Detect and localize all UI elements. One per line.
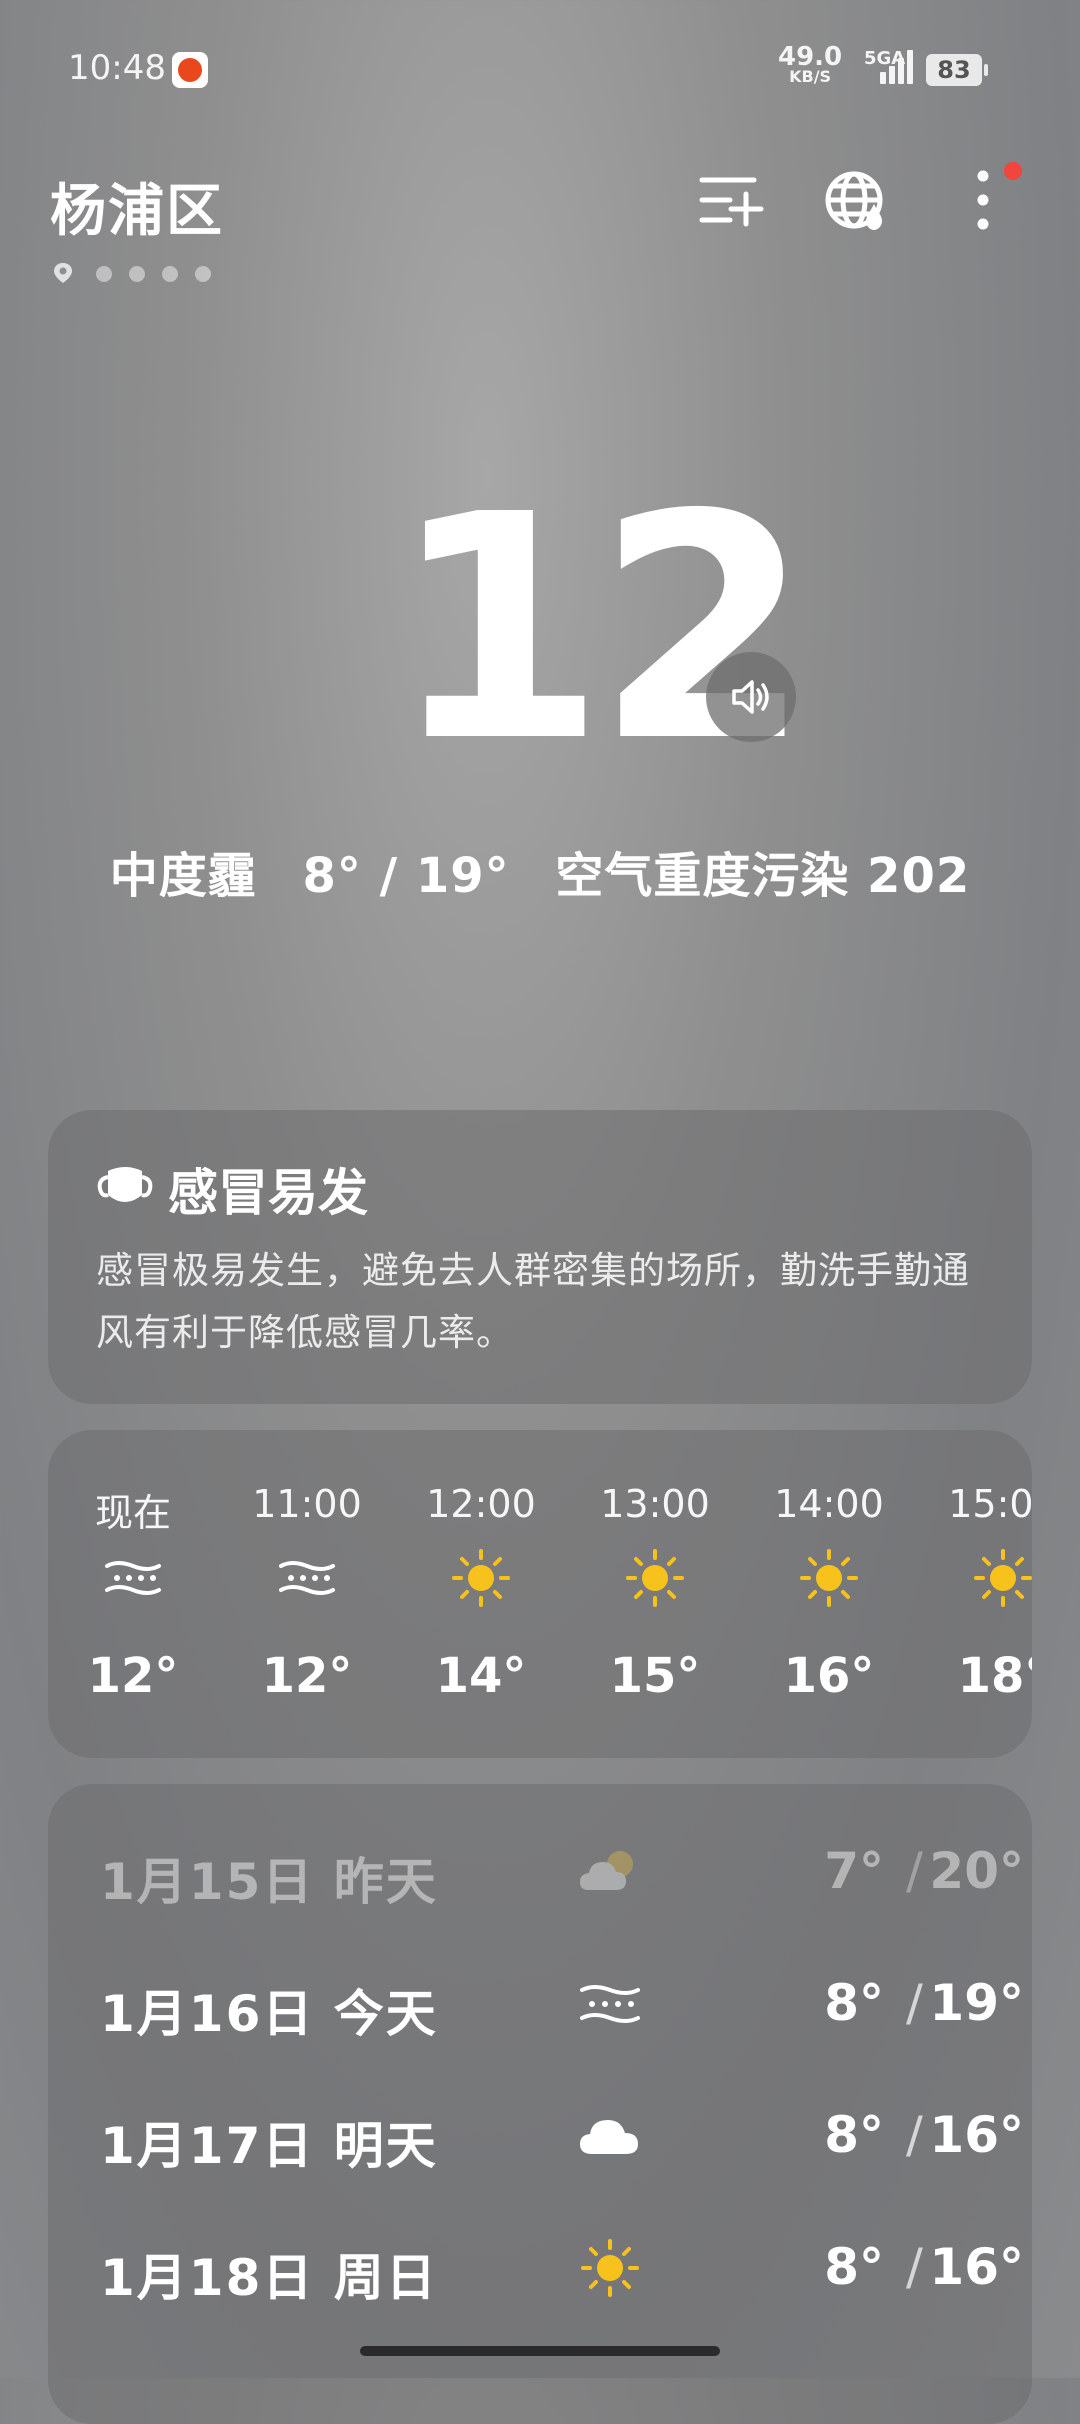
air-quality[interactable]: 空气重度污染 202	[555, 848, 970, 904]
hour-temperature: 14°	[435, 1648, 527, 1704]
signal-strength-icon	[872, 50, 913, 84]
notification-badge	[1004, 162, 1022, 180]
day-date: 1月18日 周日	[100, 2249, 438, 2307]
health-tip-title: 感冒易发	[168, 1164, 368, 1222]
home-indicator[interactable]	[360, 2346, 720, 2356]
weather-summary[interactable]: 中度霾 8° / 19° 空气重度污染 202	[0, 836, 1080, 906]
location-pin-icon	[54, 263, 72, 283]
hour-label: 14:00	[774, 1482, 884, 1526]
health-tip-body: 感冒极易发生，避免去人群密集的场所，勤洗手勤通风有利于降低感冒几率。	[96, 1249, 970, 1354]
status-time: 10:48	[68, 48, 166, 88]
day-date: 1月16日 今天	[100, 1985, 438, 2043]
hour-label: 12:00	[426, 1482, 536, 1526]
day-high: 19°	[929, 1974, 1024, 2032]
page-indicator-dot	[129, 266, 145, 282]
degree-symbol	[700, 522, 728, 550]
day-low: 8°	[824, 2106, 884, 2164]
page-indicator-dot	[162, 266, 178, 282]
current-temperature: 12	[390, 449, 811, 810]
page-indicator-dot	[96, 266, 112, 282]
status-bar: 10:48 49.0 KB/S 5GA 83	[0, 0, 1080, 140]
sun-icon	[974, 1549, 1032, 1607]
day-date: 1月17日 明天	[100, 2117, 438, 2175]
day-high: 20°	[929, 1842, 1024, 1900]
hour-label: 11:00	[252, 1482, 362, 1526]
hour-temperature: 16°	[783, 1648, 875, 1704]
sun-icon	[800, 1549, 858, 1607]
hourly-forecast-card[interactable]: 现在 12° 11:00 12° 12:00 14° 13:00 15° 14:…	[48, 1430, 1032, 1758]
speaker-icon	[732, 680, 769, 714]
day-date: 1月15日 昨天	[100, 1853, 438, 1911]
hour-label: 现在	[94, 1491, 171, 1535]
temperature-range: 8° / 19°	[302, 848, 510, 904]
partly-cloudy-icon	[580, 1851, 633, 1890]
weather-condition: 中度霾	[109, 848, 257, 904]
sun-icon	[581, 2239, 639, 2297]
page-indicator-dot	[195, 266, 211, 282]
hour-label: 15:00	[948, 1482, 1032, 1526]
voice-broadcast-button[interactable]	[706, 652, 796, 742]
day-low: 8°	[824, 1974, 884, 2032]
mask-icon	[97, 1167, 153, 1202]
hour-temperature: 18°	[957, 1648, 1032, 1704]
haze-icon	[105, 1561, 161, 1595]
haze-icon	[279, 1561, 335, 1595]
daily-row[interactable]: 1月15日 昨天 7° / 20°	[48, 1832, 1032, 1912]
globe-weather-icon[interactable]	[822, 166, 892, 236]
daily-row[interactable]: 1月17日 明天 8° / 16°	[48, 2096, 1032, 2176]
day-high: 16°	[929, 2238, 1024, 2296]
cloud-icon	[580, 2120, 638, 2154]
network-speed: 49.0 KB/S	[778, 44, 842, 86]
hour-label: 13:00	[600, 1482, 710, 1526]
day-low: 7°	[824, 1842, 884, 1900]
app-notification-icon	[172, 52, 208, 88]
hour-temperature: 12°	[261, 1648, 353, 1704]
daily-forecast-card[interactable]: 1月15日 昨天 7° / 20° 1月16日 今天 8° / 19° 1月17…	[48, 1784, 1032, 2424]
add-city-icon[interactable]	[696, 166, 766, 236]
city-name[interactable]: 杨浦区	[50, 166, 224, 247]
sun-icon	[626, 1549, 684, 1607]
daily-row[interactable]: 1月16日 今天 8° / 19°	[48, 1964, 1032, 2044]
day-low: 8°	[824, 2238, 884, 2296]
hour-temperature: 15°	[609, 1648, 701, 1704]
haze-icon	[580, 1985, 640, 2023]
battery-icon: 83	[926, 54, 988, 86]
daily-row[interactable]: 1月18日 周日 8° / 16°	[48, 2228, 1032, 2308]
sun-icon	[452, 1549, 510, 1607]
hour-temperature: 12°	[87, 1648, 179, 1704]
day-high: 16°	[929, 2106, 1024, 2164]
